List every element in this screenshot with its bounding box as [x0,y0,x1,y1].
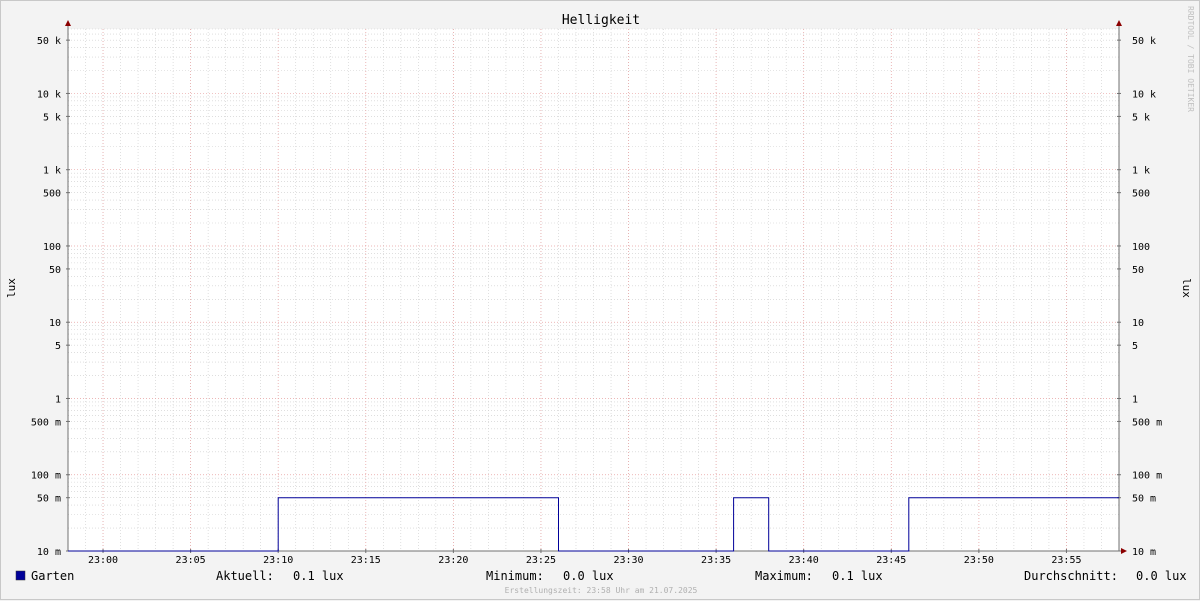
y-tick-label-right: 1 k [1132,166,1150,177]
y-tick-label-left: 50 k [37,36,61,47]
y-tick-label-left: 100 [43,242,61,253]
y-axis-right-arrow [1116,20,1122,26]
y-axis-tick-labels-right: 50 k 10 k 5 k 1 k 500 100 50 10 5 1 500 m 100 m 50 m… [1132,36,1162,558]
legend-max-value: 0.1 lux [832,569,883,583]
y-tick-label-left: 1 k [43,166,61,177]
legend-current-label: Aktuell: [216,569,274,583]
y-tick-label-left: 50 [49,265,61,276]
y-tick-label-left: 10 k [37,89,61,100]
legend-series-name: Garten [31,569,74,583]
y-tick-label-right: 50 m [1132,494,1156,505]
y-tick-label-left: 5 [55,341,61,352]
x-tick-label: 23:20 [438,555,468,566]
y-tick-label-right: 5 [1132,341,1138,352]
x-axis-arrow [1121,548,1127,554]
x-tick-label: 23:45 [876,555,906,566]
y-tick-label-right: 10 k [1132,89,1156,100]
x-tick-label: 23:40 [789,555,819,566]
legend-max-label: Maximum: [755,569,813,583]
legend-swatch-garten [15,570,26,581]
y-tick-label-right: 10 [1132,318,1144,329]
x-axis-tick-labels: 23:00 23:05 23:10 23:15 23:20 23:25 23:30 23:35… [88,555,1082,566]
y-tick-label-right: 50 [1132,265,1144,276]
y-tick-label-left: 5 k [43,112,61,123]
creation-timestamp: Erstellungszeit: 23:58 Uhr am 21.07.2025 [505,586,698,595]
graph-frame: 50 k 10 k 5 k 1 k 500 100 50 10 5 1 500 m 100 m 50 m… [0,0,1200,600]
x-tick-label: 23:25 [526,555,556,566]
x-tick-label: 23:50 [964,555,994,566]
y-tick-label-left: 10 m [37,547,61,558]
y-tick-label-right: 5 k [1132,112,1150,123]
y-tick-label-right: 50 k [1132,36,1156,47]
y-axis-label-left: lux [5,278,18,298]
rrdtool-watermark: RRDTOOL / TOBI OETIKER [1186,6,1195,112]
x-tick-label: 23:00 [88,555,118,566]
legend-min-value: 0.0 lux [563,569,614,583]
legend-avg-value: 0.0 lux [1136,569,1187,583]
y-axis-label-right: lux [1180,278,1193,298]
y-tick-label-left: 50 m [37,494,61,505]
y-axis-tick-labels-left: 50 k 10 k 5 k 1 k 500 100 50 10 5 1 500 m 100 m 50 m… [31,36,61,558]
y-tick-label-left: 500 [43,189,61,200]
y-tick-label-left: 100 m [31,471,61,482]
y-tick-label-right: 100 m [1132,471,1162,482]
y-tick-label-left: 1 [55,394,61,405]
x-tick-label: 23:05 [176,555,206,566]
y-axis-left-arrow [65,20,71,26]
y-tick-label-left: 500 m [31,417,61,428]
y-tick-label-right: 100 [1132,242,1150,253]
y-tick-label-right: 500 m [1132,417,1162,428]
brightness-chart: 50 k 10 k 5 k 1 k 500 100 50 10 5 1 500 m 100 m 50 m… [5,6,1195,595]
x-tick-label: 23:55 [1051,555,1081,566]
y-tick-label-right: 500 [1132,189,1150,200]
x-tick-label: 23:30 [613,555,643,566]
y-tick-label-left: 10 [49,318,61,329]
legend-avg-label: Durchschnitt: [1024,569,1118,583]
y-tick-label-right: 10 m [1132,547,1156,558]
legend-current-value: 0.1 lux [293,569,344,583]
legend-min-label: Minimum: [486,569,544,583]
x-tick-label: 23:15 [351,555,381,566]
x-tick-label: 23:35 [701,555,731,566]
y-tick-label-right: 1 [1132,394,1138,405]
chart-title: Helligkeit [562,13,640,28]
x-tick-label: 23:10 [263,555,293,566]
